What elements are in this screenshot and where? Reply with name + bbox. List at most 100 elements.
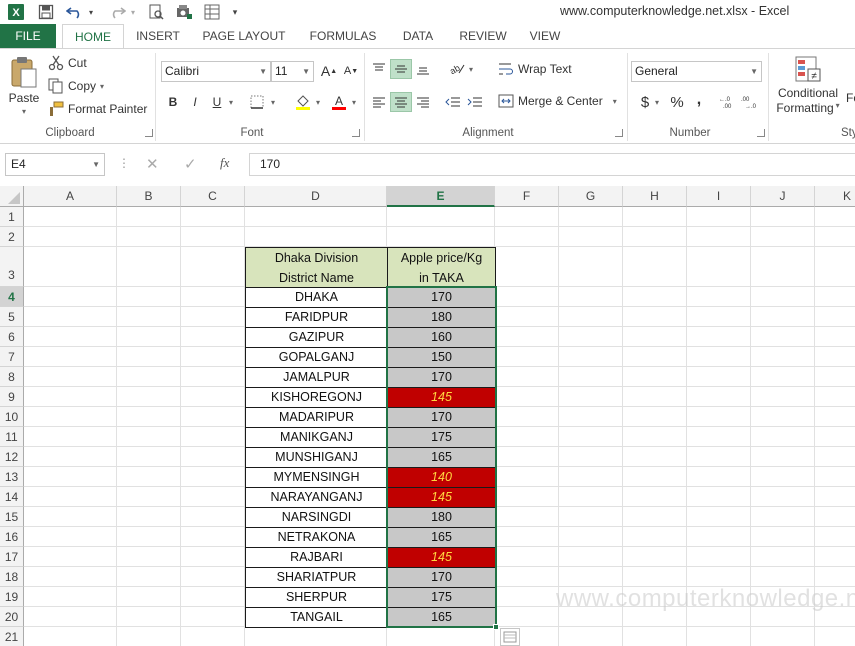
format-painter-button[interactable]: Format Painter [48,101,147,117]
district-cell[interactable]: KISHOREGONJ [245,387,388,408]
column-header-k[interactable]: K [815,186,855,207]
borders-button[interactable] [246,92,268,112]
fill-color-dropdown-icon[interactable]: ▾ [313,92,323,112]
row-header-1[interactable]: 1 [0,207,24,227]
customize-icon[interactable]: ▾ [228,2,242,22]
price-cell-highlighted[interactable]: 145 [387,387,496,408]
paste-dropdown-icon[interactable]: ▾ [22,107,26,116]
row-header-18[interactable]: 18 [0,567,24,587]
column-header-b[interactable]: B [117,186,181,207]
name-box[interactable]: E4 ▼ [5,153,105,176]
price-cell[interactable]: 180 [387,307,496,328]
underline-button[interactable]: U [206,92,228,112]
comma-style-button[interactable]: , [688,90,710,110]
chevron-down-icon[interactable]: ▼ [92,154,100,175]
district-cell[interactable]: MUNSHIGANJ [245,447,388,468]
price-cell[interactable]: 165 [387,447,496,468]
column-header-i[interactable]: I [687,186,751,207]
price-cell[interactable]: 160 [387,327,496,348]
borders-dropdown-icon[interactable]: ▾ [268,92,278,112]
column-header-a[interactable]: A [24,186,117,207]
copy-dropdown-icon[interactable]: ▾ [100,82,104,91]
redo-icon[interactable] [106,2,128,22]
merge-dropdown-icon[interactable]: ▾ [613,97,617,106]
price-cell[interactable]: 180 [387,507,496,528]
district-cell[interactable]: RAJBARI [245,547,388,568]
row-header-7[interactable]: 7 [0,347,24,367]
print-preview-icon[interactable] [146,2,166,22]
alignment-launcher-icon[interactable] [615,129,623,137]
insert-function-icon[interactable]: fx [220,155,229,171]
price-cell[interactable]: 175 [387,427,496,448]
price-cell[interactable]: 170 [387,567,496,588]
price-cell-highlighted[interactable]: 145 [387,487,496,508]
font-launcher-icon[interactable] [352,129,360,137]
undo-dropdown-icon[interactable]: ▾ [86,2,96,22]
undo-icon[interactable] [64,2,86,22]
tab-review[interactable]: REVIEW [452,24,514,48]
conditional-formatting-button[interactable]: ≠ Conditional Formatting ▾ [772,55,844,115]
formula-input[interactable]: 170 [249,153,855,176]
font-size-select[interactable]: 11 ▼ [271,61,314,82]
price-cell[interactable]: 170 [387,287,496,308]
price-cell[interactable]: 170 [387,407,496,428]
currency-dropdown-icon[interactable]: ▾ [652,92,662,112]
orientation-dropdown-icon[interactable]: ▾ [466,59,476,79]
redo-dropdown-icon[interactable]: ▾ [128,2,138,22]
decrease-decimal-button[interactable]: .00 →.0 [740,92,762,112]
row-header-4[interactable]: 4 [0,287,24,307]
italic-button[interactable]: I [184,92,206,112]
row-header-2[interactable]: 2 [0,227,24,247]
tab-data[interactable]: DATA [392,24,444,48]
format-as-table-button[interactable]: Fo [846,91,855,105]
column-header-d[interactable]: D [245,186,387,207]
bottom-align-button[interactable] [412,59,434,79]
align-center-button[interactable] [390,92,412,112]
district-cell[interactable]: GAZIPUR [245,327,388,348]
row-header-11[interactable]: 11 [0,427,24,447]
fill-handle[interactable] [493,624,499,630]
merge-center-button[interactable]: Merge & Center ▾ [498,94,617,108]
district-cell[interactable]: TANGAIL [245,607,388,628]
price-cell[interactable]: 175 [387,587,496,608]
row-header-15[interactable]: 15 [0,507,24,527]
tab-file[interactable]: FILE [0,24,56,48]
row-header-9[interactable]: 9 [0,387,24,407]
district-cell[interactable]: MADARIPUR [245,407,388,428]
font-color-button[interactable]: A [328,92,350,112]
header-cell-price[interactable]: Apple price/Kg in TAKA [387,247,496,288]
select-all-corner[interactable] [0,186,24,207]
row-header-3[interactable]: 3 [0,247,24,287]
clipboard-launcher-icon[interactable] [145,129,153,137]
tab-page-layout[interactable]: PAGE LAYOUT [196,24,292,48]
fill-color-button[interactable] [292,92,314,112]
worksheet-grid[interactable]: ABCDEFGHIJK 1 2 3 4 5 6 7 8 9 10 11 12 13 14 15 16 17 18 1… [0,186,855,646]
camera-icon[interactable] [174,2,194,22]
tab-formulas[interactable]: FORMULAS [302,24,384,48]
row-header-14[interactable]: 14 [0,487,24,507]
row-header-8[interactable]: 8 [0,367,24,387]
row-header-5[interactable]: 5 [0,307,24,327]
district-cell[interactable]: JAMALPUR [245,367,388,388]
tab-insert[interactable]: INSERT [128,24,188,48]
column-header-h[interactable]: H [623,186,687,207]
shrink-font-button[interactable]: A ▼ [340,61,362,81]
number-format-select[interactable]: General ▼ [631,61,762,82]
district-cell[interactable]: NARAYANGANJ [245,487,388,508]
cancel-icon[interactable]: ✕ [146,155,159,173]
district-cell[interactable]: SHERPUR [245,587,388,608]
copy-button[interactable]: Copy ▾ [48,78,104,94]
middle-align-button[interactable] [390,59,412,79]
font-color-dropdown-icon[interactable]: ▾ [349,92,359,112]
orientation-button[interactable]: ab [446,59,468,79]
district-cell[interactable]: MYMENSINGH [245,467,388,488]
align-right-button[interactable] [412,92,434,112]
underline-dropdown-icon[interactable]: ▾ [226,92,236,112]
price-cell[interactable]: 165 [387,607,496,628]
column-header-g[interactable]: G [559,186,623,207]
save-icon[interactable] [36,2,56,22]
district-cell[interactable]: FARIDPUR [245,307,388,328]
row-header-21[interactable]: 21 [0,627,24,646]
number-launcher-icon[interactable] [757,129,765,137]
grow-font-button[interactable]: A ▲ [318,61,340,81]
